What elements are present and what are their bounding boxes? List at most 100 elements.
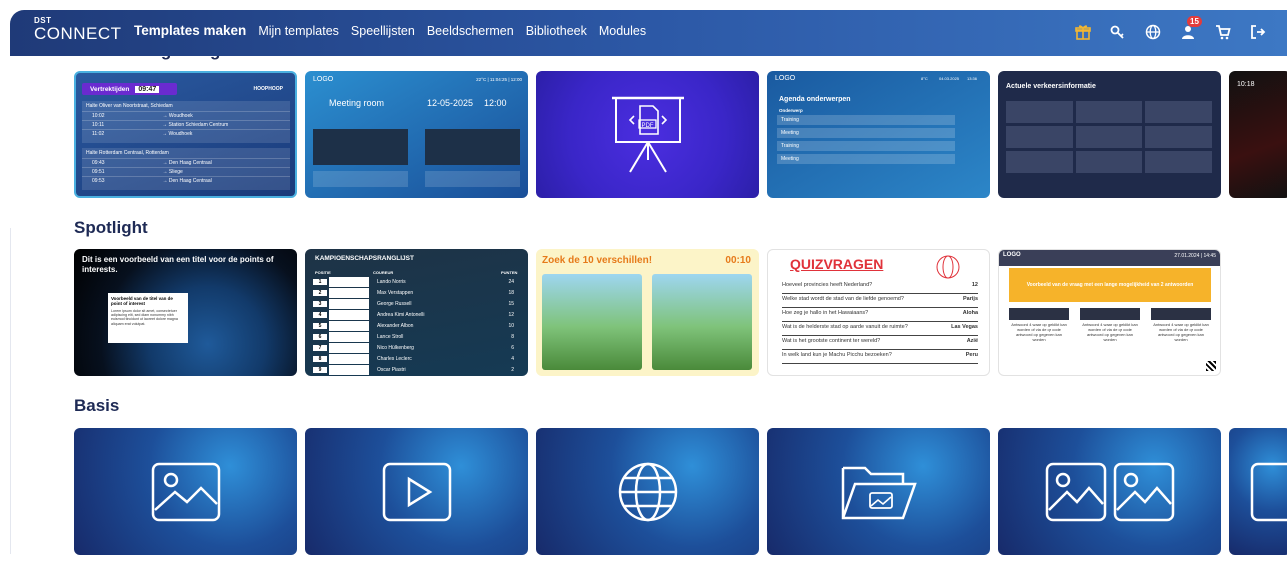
template-card-ranking[interactable]: KAMPIOENSCHAPSRANGLIJST POSITIE COUREUR … [305,249,528,376]
ranking-list: 1 Lando Norris 24 2 Max Verstappen 18 3 Georg… [313,277,520,376]
user-icon[interactable]: 15 [1179,16,1202,41]
agenda-item: Training [777,115,955,125]
ranking-row: 6 Lance Stroll 8 [313,332,520,342]
nav-templates-maken[interactable]: Templates maken [134,23,246,38]
ranking-row: 3 George Russell 15 [313,299,520,309]
template-card-website[interactable] [536,428,759,555]
quiz-list: Hoeveel provincies heeft Nederland? 12 We… [782,282,978,366]
ranking-title: KAMPIOENSCHAPSRANGLIJST [315,255,414,262]
section-title-basis: Basis [74,396,120,415]
template-card-points-of-interest[interactable]: Dit is een voorbeeld van een titel voor … [74,249,297,376]
image-icon [151,462,220,521]
poi-box-text: Lorem ipsum dolor sit amet, consectetuer… [111,308,178,326]
quiz-question: Hoe zeg je hallo in het Hawaiaans? [782,310,869,316]
web-icon [618,462,677,521]
ranking-points: 10 [508,323,514,329]
template-card-quiz[interactable]: QUIZVRAGEN Hoeveel provincies heeft Nede… [767,249,990,376]
template-card-spot-the-difference[interactable]: Zoek de 10 verschillen! 00:10 [536,249,759,376]
spotlight-row: Dit is een voorbeeld van een titel voor … [74,249,1221,376]
main-nav: Templates maken Mijn templates Speellijs… [134,23,646,38]
template-card-video[interactable] [305,428,528,555]
ranking-driver: George Russell [377,301,412,307]
agenda-item: Training [777,141,955,151]
left-panel-edge [0,228,11,554]
ranking-row: 9 Oscar Piastri 2 [313,365,520,375]
nav-modules[interactable]: Modules [599,24,646,38]
departure-dest: → Woudhoek [162,113,193,119]
qa-banner: Voorbeeld van de vraag met een lange mog… [1026,282,1194,288]
template-card-pdf[interactable]: PDF [536,71,759,198]
meeting-logo: LOGO [313,76,334,83]
departure-time: 11:02 [92,131,105,137]
quiz-question: Hoeveel provincies heeft Nederland? [782,282,873,288]
quiz-item: Welke stad wordt de stad van de liefde g… [782,296,978,308]
template-card-meeting-room[interactable]: LOGO 22°C | 11:04:25 | 12:00 Meeting roo… [305,71,528,198]
ranking-pos: 8 [313,356,327,362]
ranking-pos: 3 [313,301,327,307]
departure-dest: → Station Schiedam Centrum [162,122,229,128]
meeting-status: 22°C | 11:04:25 | 12:00 [476,77,522,82]
ranking-row: 7 Nico Hülkenberg 6 [313,343,520,353]
qa-answer: Antwoord 4 waar op geklikt kan worden of… [1153,322,1209,342]
template-card-partial-basis[interactable] [1229,428,1287,555]
ranking-points: 6 [511,345,514,351]
meeting-image-laptop [313,129,408,165]
template-card-partial[interactable]: 10:18 [1229,71,1287,198]
header-icons: 15 [1074,16,1267,41]
ranking-pos: 7 [313,345,327,351]
ranking-driver: Nico Hülkenberg [377,345,414,351]
nav-speellijsten[interactable]: Speellijsten [351,24,415,38]
ranking-row: 2 Max Verstappen 18 [313,288,520,298]
qr-code [1206,361,1216,371]
diff-title: Zoek de 10 verschillen! [542,255,653,266]
ranking-points: 12 [508,312,514,318]
template-card-traffic[interactable]: Actuele verkeersinformatie [998,71,1221,198]
template-card-media-folder[interactable] [767,428,990,555]
template-card-image[interactable] [74,428,297,555]
departures-title: Vertrektijden [90,85,130,93]
brand-name: CONNECT [34,24,122,43]
meeting-text-block [313,171,408,187]
quiz-answer: Azië [966,338,978,344]
pdf-label: PDF [641,123,653,129]
globe-icon [936,255,960,279]
ranking-points: 15 [508,301,514,307]
nav-beeldschermen[interactable]: Beeldschermen [427,24,514,38]
ranking-pos: 6 [313,334,327,340]
template-card-agenda[interactable]: LOGO 8°C 04.03.2025 13:36 Agenda onderwe… [767,71,990,198]
nav-bibliotheek[interactable]: Bibliotheek [526,24,587,38]
departure-time: 10:11 [92,122,105,128]
ranking-points: 4 [511,356,514,362]
quiz-answer: Las Vegas [951,324,978,330]
quiz-item: Hoe zeg je hallo in het Hawaiaans? Aloha [782,310,978,322]
globe-icon[interactable] [1144,23,1162,41]
quiz-title: QUIZVRAGEN [790,256,884,272]
meeting-time: 12:00 [484,98,507,108]
ranking-points: 2 [511,367,514,373]
brand-logo[interactable]: DST CONNECT [34,17,122,43]
template-card-departures[interactable]: Vertrektijden 09:47 HOOPHOOP Halte Olive… [74,71,297,198]
gift-icon[interactable] [1074,23,1092,41]
meeting-text-block [425,171,520,187]
key-icon[interactable] [1109,23,1127,41]
ranking-points: 8 [511,334,514,340]
cart-icon[interactable] [1214,23,1232,41]
agenda-title: Agenda onderwerpen [779,96,851,103]
meeting-title: Meeting room [329,98,385,108]
quiz-answer: 12 [971,282,978,288]
partial-time: 10:18 [1237,81,1255,88]
poi-box-title: Voorbeeld van de titel van de point of i… [111,296,173,307]
basis-row [74,428,1287,555]
template-card-two-images[interactable] [998,428,1221,555]
nav-mijn-templates[interactable]: Mijn templates [258,24,339,38]
quiz-question: Welke stad wordt de stad van de liefde g… [782,296,904,302]
template-card-question-answers[interactable]: LOGO 27.01.2024 | 14:45 Voorbeeld van de… [998,249,1221,376]
departures-time: 09:47 [135,85,160,93]
qa-date: 27.01.2024 | 14:45 [1174,253,1216,259]
departure-time: 09:43 [92,160,105,166]
logout-icon[interactable] [1249,23,1267,41]
ranking-driver: Charles Leclerc [377,356,412,362]
ranking-row: 5 Alexander Albon 10 [313,321,520,331]
partial-icon [1250,462,1287,521]
ranking-points: 24 [508,279,514,285]
